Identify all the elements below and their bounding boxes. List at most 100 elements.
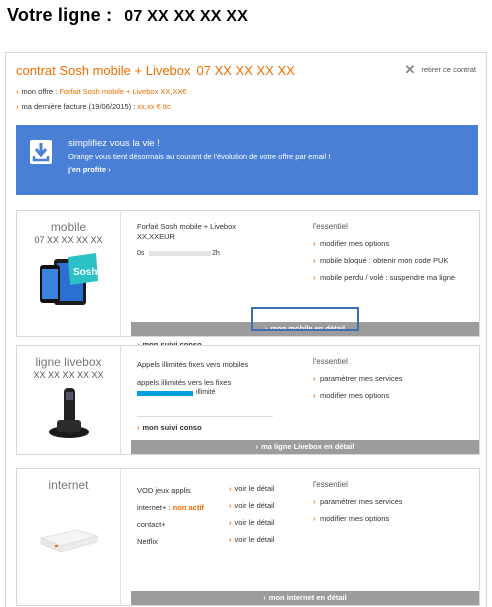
livebox-gauge	[137, 391, 193, 396]
mobile-card: mobile 07 XX XX XX XX Sosh Forfait Sosh …	[16, 210, 480, 349]
livebox-line1: Appels illimités fixes vers mobiles	[137, 360, 249, 369]
livebox-card-header: ligne livebox XX XX XX XX XX	[17, 346, 121, 454]
status-badge: non actif	[172, 503, 204, 512]
banner-link[interactable]: j'en profite ›	[68, 165, 111, 174]
livebox-essentiel-section: l'essentiel › paramétrer mes services › mo…	[313, 346, 473, 408]
mobile-essentiel-section: l'essentiel › modifier mes options › mobil…	[313, 211, 473, 290]
livebox-link-options[interactable]: › modifier mes options	[313, 391, 473, 401]
page-title-number: 07 XX XX XX XX	[124, 8, 249, 25]
invoice-link[interactable]: xx,xx € ttc	[137, 102, 170, 111]
email-banner: simplifiez vous la vie ! Orange vous tie…	[16, 125, 478, 195]
internet-row-detail-link[interactable]: › voir le détail	[229, 484, 275, 493]
livebox-card-number: XX XX XX XX XX	[33, 370, 104, 380]
chevron-right-icon: ›	[313, 239, 316, 248]
internet-card-header: internet	[17, 469, 121, 605]
divider	[137, 416, 273, 417]
banner-text: Orange vous tient désormais au courant d…	[68, 152, 331, 161]
banner-title: simplifiez vous la vie !	[68, 138, 160, 149]
chevron-right-icon: ›	[16, 102, 19, 111]
internet-row-label: VOD jeux applis	[137, 486, 191, 495]
offer-link[interactable]: Forfait Sosh mobile + Livebox XX,XX€	[59, 87, 186, 96]
internet-row-label-text: internet+ :	[137, 503, 171, 512]
chevron-right-icon: ›	[229, 518, 232, 527]
link-label: voir le détail	[234, 484, 275, 493]
chevron-right-icon: ›	[229, 501, 232, 510]
livebox-gauge-fill	[137, 391, 193, 396]
mobile-card-header: mobile 07 XX XX XX XX Sosh	[17, 211, 121, 336]
livebox-link-services[interactable]: › paramétrer mes services	[313, 374, 473, 384]
link-label: mobile bloqué : obtenir mon code PUK	[320, 256, 449, 265]
livebox-detail-button[interactable]: › ma ligne Livebox en détail	[131, 440, 479, 454]
download-icon	[30, 140, 52, 164]
chevron-right-icon: ›	[313, 273, 316, 282]
offer-line: › mon offre : Forfait Sosh mobile + Liveb…	[16, 87, 187, 96]
mobile-link-suspend[interactable]: › mobile perdu / volé : suspendre ma lign…	[313, 273, 473, 283]
link-label: modifier mes options	[320, 391, 390, 400]
gauge-start-label: 0s	[137, 250, 145, 257]
internet-link-options[interactable]: › modifier mes options	[313, 514, 473, 524]
mobile-plan-name: Forfait Sosh mobile + Livebox	[137, 222, 237, 231]
contract-title: contrat Sosh mobile + Livebox 07 XX XX XX…	[16, 63, 295, 78]
chevron-right-icon: ›	[229, 535, 232, 544]
mobile-plan-section: Forfait Sosh mobile + Livebox XX,XXEUR	[137, 211, 289, 241]
close-icon: ✕	[404, 61, 416, 77]
internet-card-title: internet	[48, 478, 89, 492]
chevron-right-icon: ›	[313, 497, 316, 506]
invoice-line: › ma dernière facture (19/06/2015) : xx,x…	[16, 102, 171, 111]
link-label: mobile perdu / volé : suspendre ma ligne	[320, 273, 456, 282]
livebox-detail-label: ma ligne Livebox en détail	[261, 442, 355, 451]
sosh-logo-text: Sosh	[73, 267, 97, 278]
livebox-suivi-label: mon suivi conso	[142, 423, 202, 432]
mobile-link-puk[interactable]: › mobile bloqué : obtenir mon code PUK	[313, 256, 473, 266]
livebox-line2: appels illimités vers les fixes	[137, 378, 232, 387]
mobile-card-number: 07 XX XX XX XX	[34, 235, 103, 245]
internet-row-label: contact+	[137, 520, 166, 529]
internet-essentiel-section: l'essentiel › paramétrer mes services › mo…	[313, 469, 473, 531]
chevron-right-icon: ›	[16, 87, 19, 96]
internet-row-label: Netflix	[137, 537, 158, 546]
smartphone-tablet-image: Sosh	[39, 253, 98, 305]
chevron-right-icon: ›	[255, 442, 259, 451]
chevron-right-icon: ›	[137, 423, 140, 432]
link-label: paramétrer mes services	[320, 374, 403, 383]
link-label: voir le détail	[234, 535, 275, 544]
remove-contract-label: retirer ce contrat	[421, 65, 476, 74]
mobile-plan-price: XX,XXEUR	[137, 232, 175, 241]
livebox-router-image	[39, 529, 98, 553]
link-label: voir le détail	[234, 518, 275, 527]
chevron-right-icon: ›	[263, 593, 266, 602]
internet-row-label: internet+ : non actif	[137, 503, 204, 512]
cordless-phone-image	[48, 388, 89, 438]
chevron-right-icon: ›	[313, 256, 316, 265]
link-label: voir le détail	[234, 501, 275, 510]
essentiel-heading: l'essentiel	[313, 480, 348, 489]
internet-link-services[interactable]: › paramétrer mes services	[313, 497, 473, 507]
internet-row-detail-link[interactable]: › voir le détail	[229, 501, 275, 510]
link-label: modifier mes options	[320, 514, 390, 523]
invoice-label: ma dernière facture (19/06/2015) :	[21, 102, 136, 111]
contract-panel: contrat Sosh mobile + Livebox 07 XX XX XX…	[5, 52, 487, 607]
livebox-suivi-conso-link[interactable]: › mon suivi conso	[137, 423, 202, 432]
link-label: modifier mes options	[320, 239, 390, 248]
gauge-end-label: 2h	[212, 250, 220, 257]
offer-label: mon offre :	[21, 87, 58, 96]
page-title: Votre ligne : 07 XX XX XX XX	[7, 5, 248, 26]
link-label: paramétrer mes services	[320, 497, 403, 506]
highlight-box	[251, 307, 359, 331]
mobile-link-options[interactable]: › modifier mes options	[313, 239, 473, 249]
livebox-card-title: ligne livebox	[35, 355, 102, 369]
internet-detail-button[interactable]: › mon internet en détail	[131, 591, 479, 605]
chevron-right-icon: ›	[313, 514, 316, 523]
essentiel-heading: l'essentiel	[313, 357, 348, 366]
internet-row-detail-link[interactable]: › voir le détail	[229, 518, 275, 527]
chevron-right-icon: ›	[313, 374, 316, 383]
contract-number: 07 XX XX XX XX	[196, 63, 295, 78]
remove-contract-button[interactable]: ✕ retirer ce contrat	[404, 61, 476, 77]
contract-name: contrat Sosh mobile + Livebox	[16, 63, 191, 78]
livebox-gauge-label: illimité	[196, 389, 216, 396]
internet-detail-label: mon internet en détail	[268, 593, 347, 602]
chevron-right-icon: ›	[313, 391, 316, 400]
page-title-label: Votre ligne :	[7, 5, 113, 25]
chevron-right-icon: ›	[229, 484, 232, 493]
internet-row-detail-link[interactable]: › voir le détail	[229, 535, 275, 544]
